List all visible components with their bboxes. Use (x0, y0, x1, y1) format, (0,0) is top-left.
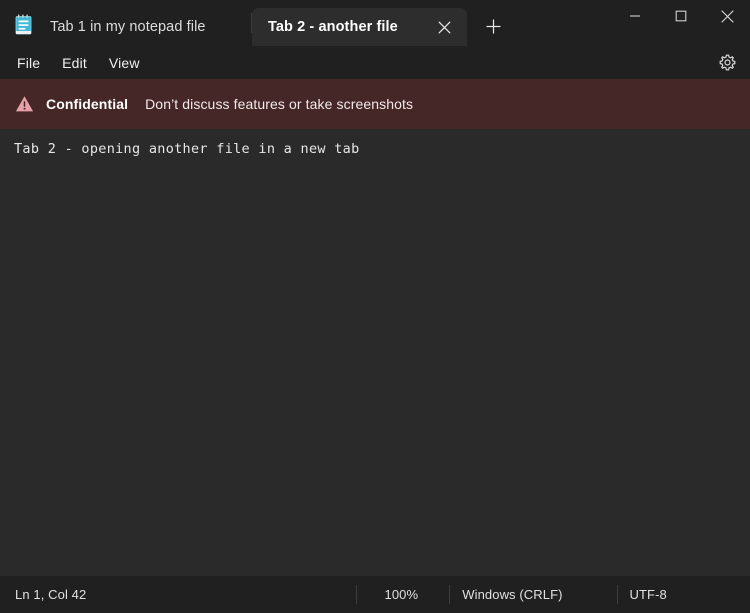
minimize-icon[interactable] (612, 0, 658, 32)
notepad-icon (14, 14, 34, 36)
zoom-level[interactable]: 100% (357, 576, 450, 613)
tab-2-label: Tab 2 - another file (268, 19, 427, 35)
tab-2[interactable]: Tab 2 - another file (252, 8, 467, 46)
cursor-position: Ln 1, Col 42 (0, 576, 356, 613)
menu-bar: File Edit View (0, 46, 750, 79)
window-controls (612, 0, 750, 46)
status-bar: Ln 1, Col 42 100% Windows (CRLF) UTF-8 (0, 576, 750, 613)
banner-message: Don’t discuss features or take screensho… (145, 96, 413, 112)
notepad-window: Tab 1 in my notepad file Tab 2 - another… (0, 0, 750, 613)
menu-item-view[interactable]: View (98, 50, 151, 76)
menu-item-file[interactable]: File (6, 50, 51, 76)
text-editor-area[interactable]: Tab 2 - opening another file in a new ta… (0, 129, 750, 576)
line-ending[interactable]: Windows (CRLF) (450, 576, 616, 613)
banner-title: Confidential (46, 96, 128, 112)
close-icon[interactable] (704, 0, 750, 32)
maximize-icon[interactable] (658, 0, 704, 32)
gear-icon[interactable] (712, 49, 742, 77)
confidential-banner: Confidential Don’t discuss features or t… (0, 79, 750, 129)
tab-1-label: Tab 1 in my notepad file (50, 19, 241, 35)
encoding[interactable]: UTF-8 (618, 576, 750, 613)
warning-triangle-icon (14, 94, 34, 114)
title-bar: Tab 1 in my notepad file Tab 2 - another… (0, 0, 750, 46)
plus-icon[interactable] (477, 10, 509, 42)
menu-item-edit[interactable]: Edit (51, 50, 98, 76)
editor-content: Tab 2 - opening another file in a new ta… (14, 140, 750, 159)
tab-1[interactable]: Tab 1 in my notepad file (34, 8, 251, 46)
close-icon[interactable] (431, 14, 457, 40)
